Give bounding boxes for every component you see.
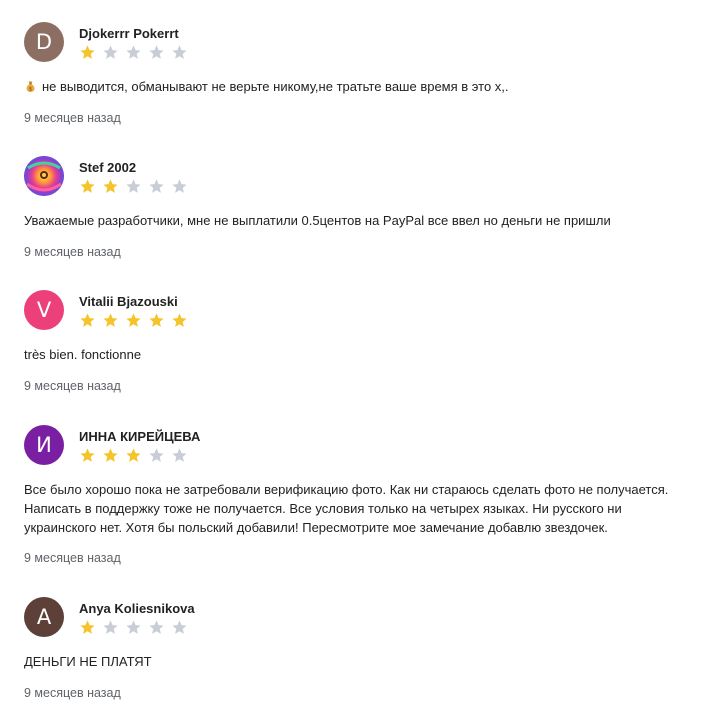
- star-filled-icon: [103, 313, 118, 327]
- review-author: Djokerrr Pokerrt: [79, 26, 179, 41]
- review-date: 9 месяцев назад: [24, 686, 121, 700]
- review-text: ДЕНЬГИ НЕ ПЛАТЯТ: [24, 654, 152, 669]
- star-filled-icon: [126, 448, 141, 462]
- avatar: И: [24, 425, 64, 465]
- star-empty-icon: [149, 45, 164, 59]
- star-filled-icon: [126, 313, 141, 327]
- star-empty-icon: [126, 45, 141, 59]
- star-filled-icon: [149, 313, 164, 327]
- star-filled-icon: [80, 448, 95, 462]
- review-date: 9 месяцев назад: [24, 379, 121, 393]
- star-rating: [79, 178, 188, 196]
- review-date: 9 месяцев назад: [24, 111, 121, 125]
- avatar: D: [24, 22, 64, 62]
- star-empty-icon: [149, 179, 164, 193]
- review-author: Stef 2002: [79, 160, 137, 175]
- review-text: très bien. fonctionne: [24, 347, 142, 362]
- star-empty-icon: [126, 620, 141, 634]
- star-empty-icon: [149, 448, 164, 462]
- review-text: Уважаемые разработчики, мне не выплатили…: [24, 213, 611, 228]
- star-rating: [79, 619, 188, 637]
- star-filled-icon: [103, 179, 118, 193]
- star-filled-icon: [80, 313, 95, 327]
- money-bag-icon: $: [24, 79, 37, 93]
- star-filled-icon: [172, 313, 187, 327]
- review-text: Все было хорошо пока не затребовали вери…: [24, 482, 669, 535]
- review-date: 9 месяцев назад: [24, 245, 121, 259]
- star-empty-icon: [149, 620, 164, 634]
- star-empty-icon: [172, 179, 187, 193]
- star-empty-icon: [103, 620, 118, 634]
- review-text: не выводится, обманывают не верьте ником…: [42, 79, 509, 94]
- star-empty-icon: [172, 448, 187, 462]
- star-rating: [79, 44, 188, 62]
- review-text-container: $ не выводится, обманывают не верьте ник…: [24, 77, 694, 96]
- review-author: ИННА КИРЕЙЦЕВА: [79, 429, 201, 444]
- avatar: V: [24, 290, 64, 330]
- star-empty-icon: [103, 45, 118, 59]
- review-date: 9 месяцев назад: [24, 551, 121, 565]
- star-empty-icon: [172, 620, 187, 634]
- star-filled-icon: [103, 448, 118, 462]
- star-filled-icon: [80, 179, 95, 193]
- star-empty-icon: [172, 45, 187, 59]
- avatar: [24, 156, 64, 196]
- star-filled-icon: [80, 620, 95, 634]
- review-author: Vitalii Bjazouski: [79, 294, 178, 309]
- star-empty-icon: [126, 179, 141, 193]
- review-author: Anya Koliesnikova: [79, 601, 195, 616]
- star-rating: [79, 447, 188, 465]
- avatar: A: [24, 597, 64, 637]
- star-filled-icon: [80, 45, 95, 59]
- star-rating: [79, 312, 188, 330]
- svg-text:$: $: [29, 87, 33, 93]
